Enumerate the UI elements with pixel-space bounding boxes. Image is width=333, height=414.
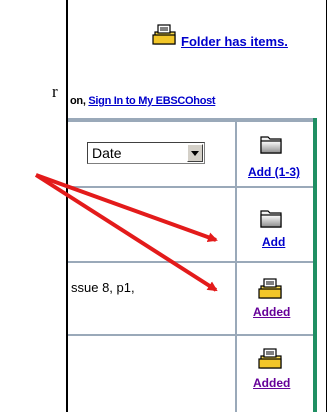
annotation-arrows bbox=[34, 173, 218, 292]
arrow-to-added bbox=[34, 173, 218, 292]
